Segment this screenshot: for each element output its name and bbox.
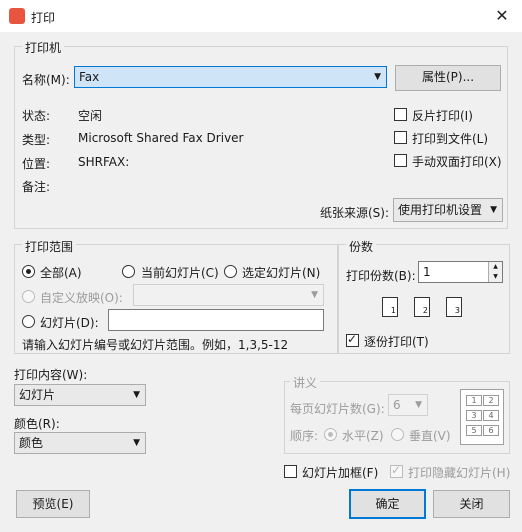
print-range-title: 打印范围 — [22, 238, 77, 255]
printer-name-label: 名称(M): — [22, 73, 70, 87]
collate-page-icon: 1 — [382, 297, 398, 317]
color-label: 颜色(R): — [14, 417, 60, 431]
range-all-radio[interactable] — [22, 265, 35, 278]
print-content-select[interactable]: 幻灯片 ▼ — [14, 384, 146, 406]
properties-button[interactable]: 属性(P)... — [395, 65, 501, 91]
title-bar — [0, 0, 522, 32]
status-label: 状态: — [22, 109, 51, 123]
range-custom-show-radio[interactable] — [22, 290, 35, 303]
slides-per-page-label: 每页幻灯片数(G): — [290, 402, 385, 416]
order-horizontal-radio[interactable] — [324, 428, 337, 441]
frame-slides-label: 幻灯片加框(F) — [302, 466, 379, 480]
printer-name-value: Fax — [79, 70, 100, 84]
layout-cell: 5 — [466, 425, 482, 436]
chevron-down-icon: ▼ — [311, 290, 318, 300]
app-icon — [9, 8, 25, 24]
collate-page-icon: 2 — [414, 297, 430, 317]
collate-label: 逐份打印(T) — [364, 335, 429, 349]
preview-button[interactable]: 预览(E) — [16, 490, 90, 518]
copies-title: 份数 — [346, 238, 377, 255]
layout-cell: 4 — [483, 410, 499, 421]
layout-cell: 6 — [483, 425, 499, 436]
ok-button[interactable]: 确定 — [349, 489, 426, 519]
chevron-down-icon: ▼ — [133, 390, 140, 400]
frame-slides-checkbox[interactable] — [284, 465, 297, 478]
print-hidden-label: 打印隐藏幻灯片(H) — [408, 466, 511, 480]
slides-per-page-select[interactable]: 6 ▼ — [388, 394, 428, 416]
order-horizontal-label: 水平(Z) — [342, 429, 384, 443]
range-custom-show-label: 自定义放映(O): — [40, 291, 123, 305]
comment-label: 备注: — [22, 180, 51, 194]
reverse-print-label: 反片打印(I) — [412, 109, 473, 123]
printer-name-select[interactable]: Fax ▼ — [74, 66, 387, 88]
copies-count-label: 打印份数(B): — [346, 269, 416, 283]
handouts-title: 讲义 — [290, 374, 321, 391]
paper-source-value: 使用打印机设置 — [398, 203, 483, 217]
range-current-slide-radio[interactable] — [122, 265, 135, 278]
paper-source-label: 纸张来源(S): — [320, 206, 390, 220]
range-current-slide-label: 当前幻灯片(C) — [141, 266, 219, 280]
layout-cell: 1 — [466, 395, 482, 406]
order-vertical-label: 垂直(V) — [409, 429, 451, 443]
type-value: Microsoft Shared Fax Driver — [78, 131, 244, 145]
layout-cell: 3 — [466, 410, 482, 421]
print-content-value: 幻灯片 — [19, 388, 56, 402]
print-content-label: 打印内容(W): — [14, 368, 88, 382]
range-selected-slides-radio[interactable] — [224, 265, 237, 278]
copies-count-value: 1 — [423, 265, 431, 279]
print-to-file-label: 打印到文件(L) — [412, 132, 489, 146]
print-to-file-checkbox[interactable] — [394, 131, 407, 144]
close-icon[interactable]: ✕ — [492, 6, 512, 26]
color-select[interactable]: 颜色 ▼ — [14, 432, 146, 454]
status-value: 空闲 — [78, 109, 103, 123]
color-value: 颜色 — [19, 436, 44, 450]
handout-layout-preview: 1 2 3 4 5 6 — [460, 389, 504, 445]
collate-page-icon: 3 — [446, 297, 462, 317]
location-value: SHRFAX: — [78, 155, 130, 169]
reverse-print-checkbox[interactable] — [394, 108, 407, 121]
chevron-down-icon: ▼ — [490, 205, 497, 215]
chevron-down-icon: ▼ — [415, 400, 422, 410]
close-button[interactable]: 关闭 — [433, 490, 510, 518]
range-all-label: 全部(A) — [40, 266, 82, 280]
spin-up-icon[interactable]: ▲ — [489, 262, 502, 272]
range-slides-radio[interactable] — [22, 315, 35, 328]
spin-down-icon[interactable]: ▼ — [489, 272, 502, 282]
type-label: 类型: — [22, 133, 51, 147]
order-label: 顺序: — [290, 429, 319, 443]
print-hidden-checkbox[interactable] — [390, 463, 403, 478]
slides-per-page-value: 6 — [393, 398, 401, 412]
chevron-down-icon: ▼ — [374, 72, 381, 82]
copies-count-input[interactable]: 1 ▲ ▼ — [418, 261, 503, 283]
manual-duplex-label: 手动双面打印(X) — [412, 155, 502, 169]
copies-spinner[interactable]: ▲ ▼ — [488, 262, 502, 282]
printer-group-title: 打印机 — [22, 39, 65, 56]
range-slides-label: 幻灯片(D): — [40, 316, 99, 330]
collate-checkbox[interactable] — [346, 332, 359, 347]
range-hint: 请输入幻灯片编号或幻灯片范围。例如，1,3,5-12 — [22, 338, 289, 352]
location-label: 位置: — [22, 157, 51, 171]
range-selected-slides-label: 选定幻灯片(N) — [242, 266, 321, 280]
slides-range-input[interactable] — [108, 309, 324, 331]
manual-duplex-checkbox[interactable] — [394, 154, 407, 167]
layout-cell: 2 — [483, 395, 499, 406]
window-title: 打印 — [31, 11, 56, 25]
custom-show-select[interactable]: ▼ — [133, 284, 324, 306]
order-vertical-radio[interactable] — [391, 428, 404, 441]
paper-source-select[interactable]: 使用打印机设置 ▼ — [393, 198, 503, 222]
chevron-down-icon: ▼ — [133, 438, 140, 448]
